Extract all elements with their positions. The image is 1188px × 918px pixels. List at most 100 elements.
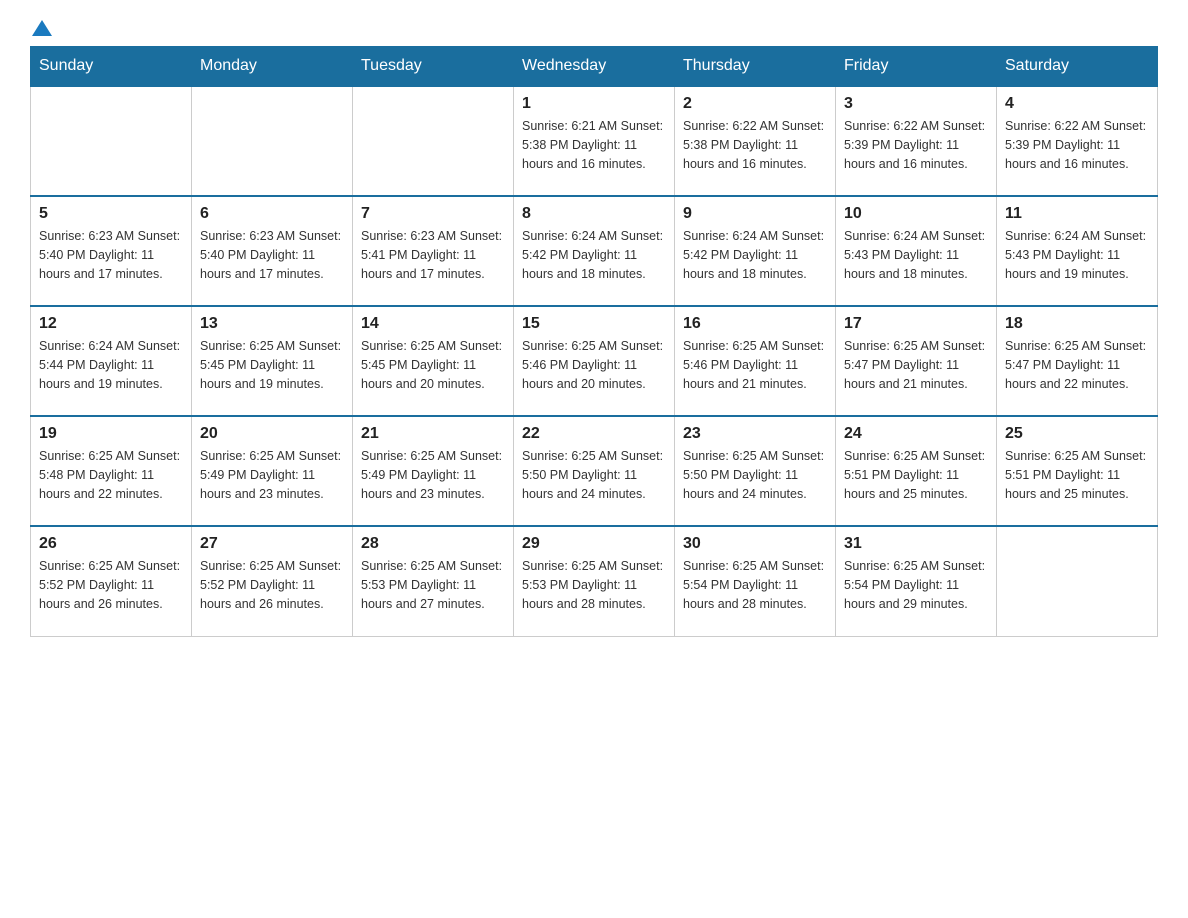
day-number: 29	[522, 535, 666, 553]
calendar-cell: 20 Sunrise: 6:25 AM Sunset: 5:49 PM Dayli…	[192, 416, 353, 526]
week-row-4: 19 Sunrise: 6:25 AM Sunset: 5:48 PM Dayli…	[31, 416, 1158, 526]
calendar-cell: 24 Sunrise: 6:25 AM Sunset: 5:51 PM Dayli…	[836, 416, 997, 526]
day-info: Sunrise: 6:25 AM Sunset: 5:49 PM Dayligh…	[361, 447, 505, 503]
calendar-cell: 25 Sunrise: 6:25 AM Sunset: 5:51 PM Dayli…	[997, 416, 1158, 526]
day-info: Sunrise: 6:23 AM Sunset: 5:40 PM Dayligh…	[200, 227, 344, 283]
week-row-3: 12 Sunrise: 6:24 AM Sunset: 5:44 PM Dayli…	[31, 306, 1158, 416]
calendar-cell: 31Sunrise: 6:25 AM Sunset: 5:54 PM Dayli…	[836, 526, 997, 636]
calendar-cell: 8 Sunrise: 6:24 AM Sunset: 5:42 PM Daylig…	[514, 196, 675, 306]
day-info: Sunrise: 6:25 AM Sunset: 5:54 PM Dayligh…	[683, 557, 827, 613]
calendar-cell: 17 Sunrise: 6:25 AM Sunset: 5:47 PM Dayli…	[836, 306, 997, 416]
header-day-friday: Friday	[836, 47, 997, 87]
calendar-cell: 27 Sunrise: 6:25 AM Sunset: 5:52 PM Dayli…	[192, 526, 353, 636]
calendar-cell	[353, 86, 514, 196]
day-number: 7	[361, 205, 505, 223]
day-info: Sunrise: 6:25 AM Sunset: 5:45 PM Dayligh…	[361, 337, 505, 393]
day-number: 18	[1005, 315, 1149, 333]
calendar-cell	[31, 86, 192, 196]
day-number: 21	[361, 425, 505, 443]
day-number: 25	[1005, 425, 1149, 443]
day-number: 20	[200, 425, 344, 443]
day-info: Sunrise: 6:25 AM Sunset: 5:46 PM Dayligh…	[522, 337, 666, 393]
calendar-cell: 19 Sunrise: 6:25 AM Sunset: 5:48 PM Dayli…	[31, 416, 192, 526]
calendar-cell: 9 Sunrise: 6:24 AM Sunset: 5:42 PM Daylig…	[675, 196, 836, 306]
day-number: 2	[683, 95, 827, 113]
day-number: 6	[200, 205, 344, 223]
day-number: 19	[39, 425, 183, 443]
calendar-cell: 30 Sunrise: 6:25 AM Sunset: 5:54 PM Dayli…	[675, 526, 836, 636]
day-number: 16	[683, 315, 827, 333]
calendar-cell: 28 Sunrise: 6:25 AM Sunset: 5:53 PM Dayli…	[353, 526, 514, 636]
day-info: Sunrise: 6:24 AM Sunset: 5:44 PM Dayligh…	[39, 337, 183, 393]
day-info: Sunrise: 6:25 AM Sunset: 5:51 PM Dayligh…	[844, 447, 988, 503]
day-number: 13	[200, 315, 344, 333]
day-info: Sunrise: 6:23 AM Sunset: 5:40 PM Dayligh…	[39, 227, 183, 283]
calendar-cell: 2 Sunrise: 6:22 AM Sunset: 5:38 PM Daylig…	[675, 86, 836, 196]
day-number: 10	[844, 205, 988, 223]
day-number: 27	[200, 535, 344, 553]
day-info: Sunrise: 6:25 AM Sunset: 5:51 PM Dayligh…	[1005, 447, 1149, 503]
day-number: 8	[522, 205, 666, 223]
calendar-cell: 1Sunrise: 6:21 AM Sunset: 5:38 PM Daylig…	[514, 86, 675, 196]
day-info: Sunrise: 6:25 AM Sunset: 5:54 PM Dayligh…	[844, 557, 988, 613]
calendar-cell	[997, 526, 1158, 636]
calendar-cell: 15 Sunrise: 6:25 AM Sunset: 5:46 PM Dayli…	[514, 306, 675, 416]
calendar-cell: 26 Sunrise: 6:25 AM Sunset: 5:52 PM Dayli…	[31, 526, 192, 636]
header-day-monday: Monday	[192, 47, 353, 87]
day-info: Sunrise: 6:24 AM Sunset: 5:42 PM Dayligh…	[522, 227, 666, 283]
day-info: Sunrise: 6:24 AM Sunset: 5:42 PM Dayligh…	[683, 227, 827, 283]
calendar-cell: 11 Sunrise: 6:24 AM Sunset: 5:43 PM Dayli…	[997, 196, 1158, 306]
calendar-cell: 23Sunrise: 6:25 AM Sunset: 5:50 PM Dayli…	[675, 416, 836, 526]
header-day-thursday: Thursday	[675, 47, 836, 87]
calendar-cell: 29 Sunrise: 6:25 AM Sunset: 5:53 PM Dayli…	[514, 526, 675, 636]
day-info: Sunrise: 6:25 AM Sunset: 5:45 PM Dayligh…	[200, 337, 344, 393]
day-info: Sunrise: 6:22 AM Sunset: 5:39 PM Dayligh…	[1005, 117, 1149, 173]
day-info: Sunrise: 6:25 AM Sunset: 5:53 PM Dayligh…	[361, 557, 505, 613]
day-info: Sunrise: 6:25 AM Sunset: 5:53 PM Dayligh…	[522, 557, 666, 613]
calendar-cell: 6 Sunrise: 6:23 AM Sunset: 5:40 PM Daylig…	[192, 196, 353, 306]
week-row-1: 1Sunrise: 6:21 AM Sunset: 5:38 PM Daylig…	[31, 86, 1158, 196]
day-number: 23	[683, 425, 827, 443]
calendar-table: SundayMondayTuesdayWednesdayThursdayFrid…	[30, 46, 1158, 637]
day-number: 1	[522, 95, 666, 113]
day-info: Sunrise: 6:25 AM Sunset: 5:47 PM Dayligh…	[844, 337, 988, 393]
day-number: 30	[683, 535, 827, 553]
day-number: 14	[361, 315, 505, 333]
header-day-tuesday: Tuesday	[353, 47, 514, 87]
calendar-cell	[192, 86, 353, 196]
day-info: Sunrise: 6:25 AM Sunset: 5:47 PM Dayligh…	[1005, 337, 1149, 393]
day-info: Sunrise: 6:25 AM Sunset: 5:46 PM Dayligh…	[683, 337, 827, 393]
day-number: 9	[683, 205, 827, 223]
day-info: Sunrise: 6:25 AM Sunset: 5:48 PM Dayligh…	[39, 447, 183, 503]
calendar-cell: 14 Sunrise: 6:25 AM Sunset: 5:45 PM Dayli…	[353, 306, 514, 416]
calendar-cell: 4Sunrise: 6:22 AM Sunset: 5:39 PM Daylig…	[997, 86, 1158, 196]
day-info: Sunrise: 6:24 AM Sunset: 5:43 PM Dayligh…	[844, 227, 988, 283]
day-number: 22	[522, 425, 666, 443]
day-info: Sunrise: 6:25 AM Sunset: 5:52 PM Dayligh…	[39, 557, 183, 613]
header-day-saturday: Saturday	[997, 47, 1158, 87]
day-info: Sunrise: 6:22 AM Sunset: 5:38 PM Dayligh…	[683, 117, 827, 173]
day-info: Sunrise: 6:25 AM Sunset: 5:50 PM Dayligh…	[522, 447, 666, 503]
day-number: 17	[844, 315, 988, 333]
week-row-5: 26 Sunrise: 6:25 AM Sunset: 5:52 PM Dayli…	[31, 526, 1158, 636]
day-number: 11	[1005, 205, 1149, 223]
day-info: Sunrise: 6:25 AM Sunset: 5:52 PM Dayligh…	[200, 557, 344, 613]
calendar-cell: 5 Sunrise: 6:23 AM Sunset: 5:40 PM Daylig…	[31, 196, 192, 306]
calendar-cell: 3 Sunrise: 6:22 AM Sunset: 5:39 PM Daylig…	[836, 86, 997, 196]
header-day-sunday: Sunday	[31, 47, 192, 87]
header-row: SundayMondayTuesdayWednesdayThursdayFrid…	[31, 47, 1158, 87]
day-info: Sunrise: 6:24 AM Sunset: 5:43 PM Dayligh…	[1005, 227, 1149, 283]
day-number: 24	[844, 425, 988, 443]
day-info: Sunrise: 6:23 AM Sunset: 5:41 PM Dayligh…	[361, 227, 505, 283]
day-number: 12	[39, 315, 183, 333]
day-number: 28	[361, 535, 505, 553]
day-number: 26	[39, 535, 183, 553]
day-info: Sunrise: 6:25 AM Sunset: 5:49 PM Dayligh…	[200, 447, 344, 503]
day-number: 5	[39, 205, 183, 223]
day-info: Sunrise: 6:22 AM Sunset: 5:39 PM Dayligh…	[844, 117, 988, 173]
header-day-wednesday: Wednesday	[514, 47, 675, 87]
calendar-cell: 22 Sunrise: 6:25 AM Sunset: 5:50 PM Dayli…	[514, 416, 675, 526]
day-number: 3	[844, 95, 988, 113]
week-row-2: 5 Sunrise: 6:23 AM Sunset: 5:40 PM Daylig…	[31, 196, 1158, 306]
day-number: 15	[522, 315, 666, 333]
